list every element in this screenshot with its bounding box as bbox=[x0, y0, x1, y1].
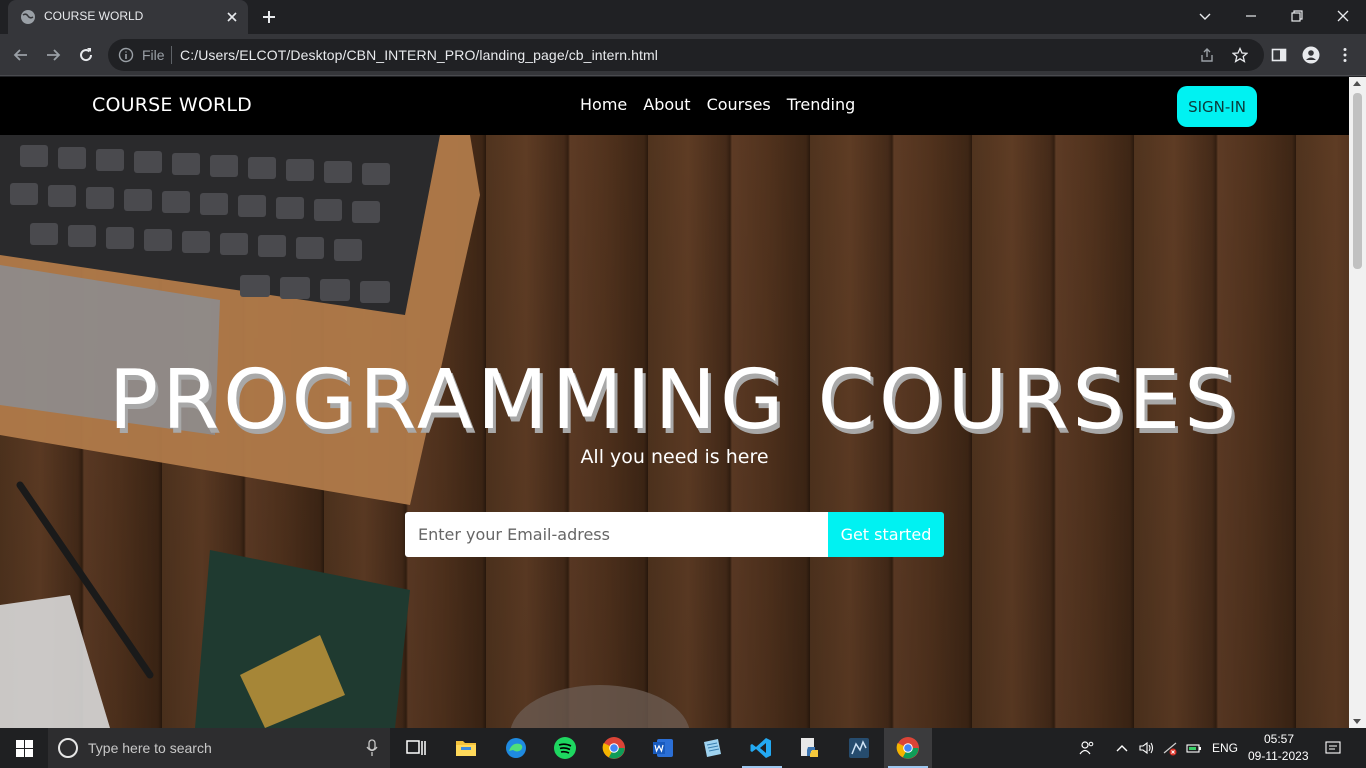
notepad-illustration bbox=[0, 595, 110, 728]
address-url[interactable]: C:/Users/ELCOT/Desktop/CBN_INTERN_PRO/la… bbox=[180, 47, 658, 63]
browser-tab[interactable]: COURSE WORLD bbox=[8, 0, 248, 34]
task-view-icon[interactable] bbox=[404, 736, 428, 760]
book-illustration bbox=[195, 550, 410, 728]
forward-icon[interactable] bbox=[44, 46, 62, 64]
nav-home[interactable]: Home bbox=[580, 95, 627, 114]
browser-toolbar: File C:/Users/ELCOT/Desktop/CBN_INTERN_P… bbox=[0, 34, 1366, 76]
notifications-icon[interactable] bbox=[1325, 740, 1341, 756]
mysql-workbench-icon[interactable] bbox=[847, 736, 871, 760]
edge-icon[interactable] bbox=[504, 736, 528, 760]
cortana-icon bbox=[58, 738, 78, 758]
minimize-icon[interactable] bbox=[1242, 7, 1260, 25]
taskbar-search-box[interactable]: Type here to search bbox=[48, 728, 390, 768]
network-disconnected-icon[interactable] bbox=[1162, 740, 1178, 756]
windows-taskbar: Type here to search ENG 05:57 09-11-2023 bbox=[0, 728, 1366, 768]
file-explorer-icon[interactable] bbox=[454, 736, 478, 760]
scroll-up-arrow-icon[interactable] bbox=[1353, 81, 1361, 86]
info-icon[interactable] bbox=[118, 47, 134, 63]
email-input[interactable] bbox=[405, 512, 829, 557]
back-icon[interactable] bbox=[12, 46, 30, 64]
input-language[interactable]: ENG bbox=[1212, 741, 1238, 755]
address-bar[interactable]: File C:/Users/ELCOT/Desktop/CBN_INTERN_P… bbox=[108, 39, 1264, 71]
chrome-active-icon[interactable] bbox=[896, 736, 920, 760]
site-nav-links: Home About Courses Trending bbox=[580, 95, 855, 114]
browser-tab-strip: COURSE WORLD bbox=[0, 0, 1366, 34]
cup-illustration bbox=[510, 685, 690, 728]
new-tab-icon[interactable] bbox=[260, 8, 278, 26]
signin-button[interactable]: SIGN-IN bbox=[1177, 86, 1257, 127]
share-icon[interactable] bbox=[1199, 47, 1215, 63]
battery-icon[interactable] bbox=[1186, 740, 1202, 756]
notepad-icon[interactable] bbox=[700, 736, 724, 760]
tab-search-chevron-icon[interactable] bbox=[1196, 7, 1214, 25]
hero-section: PROGRAMMING COURSES All you need is here… bbox=[0, 135, 1349, 728]
python-icon[interactable] bbox=[798, 736, 822, 760]
spotify-icon[interactable] bbox=[553, 736, 577, 760]
scroll-down-arrow-icon[interactable] bbox=[1353, 719, 1361, 724]
tab-title: COURSE WORLD bbox=[44, 9, 144, 23]
site-brand[interactable]: COURSE WORLD bbox=[92, 94, 252, 116]
show-hidden-icons-chevron-icon[interactable] bbox=[1114, 740, 1130, 756]
volume-icon[interactable] bbox=[1138, 740, 1154, 756]
clock-date[interactable]: 09-11-2023 bbox=[1248, 749, 1309, 763]
page-viewport: COURSE WORLD Home About Courses Trending… bbox=[0, 77, 1349, 728]
close-window-icon[interactable] bbox=[1334, 7, 1352, 25]
address-separator bbox=[171, 46, 172, 64]
globe-icon bbox=[21, 10, 35, 24]
microphone-icon[interactable] bbox=[366, 739, 378, 757]
get-started-button[interactable]: Get started bbox=[828, 512, 944, 557]
clock-time[interactable]: 05:57 bbox=[1264, 732, 1294, 746]
nav-courses[interactable]: Courses bbox=[707, 95, 771, 114]
profile-icon[interactable] bbox=[1302, 46, 1320, 64]
word-icon[interactable] bbox=[651, 736, 675, 760]
restore-icon[interactable] bbox=[1288, 7, 1306, 25]
nav-about[interactable]: About bbox=[643, 95, 690, 114]
hero-subtitle: All you need is here bbox=[580, 446, 769, 468]
taskbar-search-placeholder: Type here to search bbox=[88, 740, 212, 756]
reload-icon[interactable] bbox=[77, 46, 95, 64]
address-scheme: File bbox=[142, 47, 165, 63]
page-scrollbar[interactable] bbox=[1349, 77, 1366, 728]
more-menu-icon[interactable] bbox=[1336, 46, 1354, 64]
bookmark-star-icon[interactable] bbox=[1232, 47, 1248, 63]
site-navbar: COURSE WORLD Home About Courses Trending… bbox=[0, 77, 1349, 135]
hero-title: PROGRAMMING COURSES bbox=[108, 353, 1241, 448]
side-panel-icon[interactable] bbox=[1270, 46, 1288, 64]
nav-trending[interactable]: Trending bbox=[787, 95, 856, 114]
scrollbar-thumb[interactable] bbox=[1353, 93, 1362, 269]
close-tab-icon[interactable] bbox=[224, 9, 240, 25]
windows-start-icon[interactable] bbox=[16, 740, 33, 757]
chrome-icon[interactable] bbox=[602, 736, 626, 760]
vscode-icon[interactable] bbox=[749, 736, 773, 760]
people-icon[interactable] bbox=[1079, 740, 1095, 756]
